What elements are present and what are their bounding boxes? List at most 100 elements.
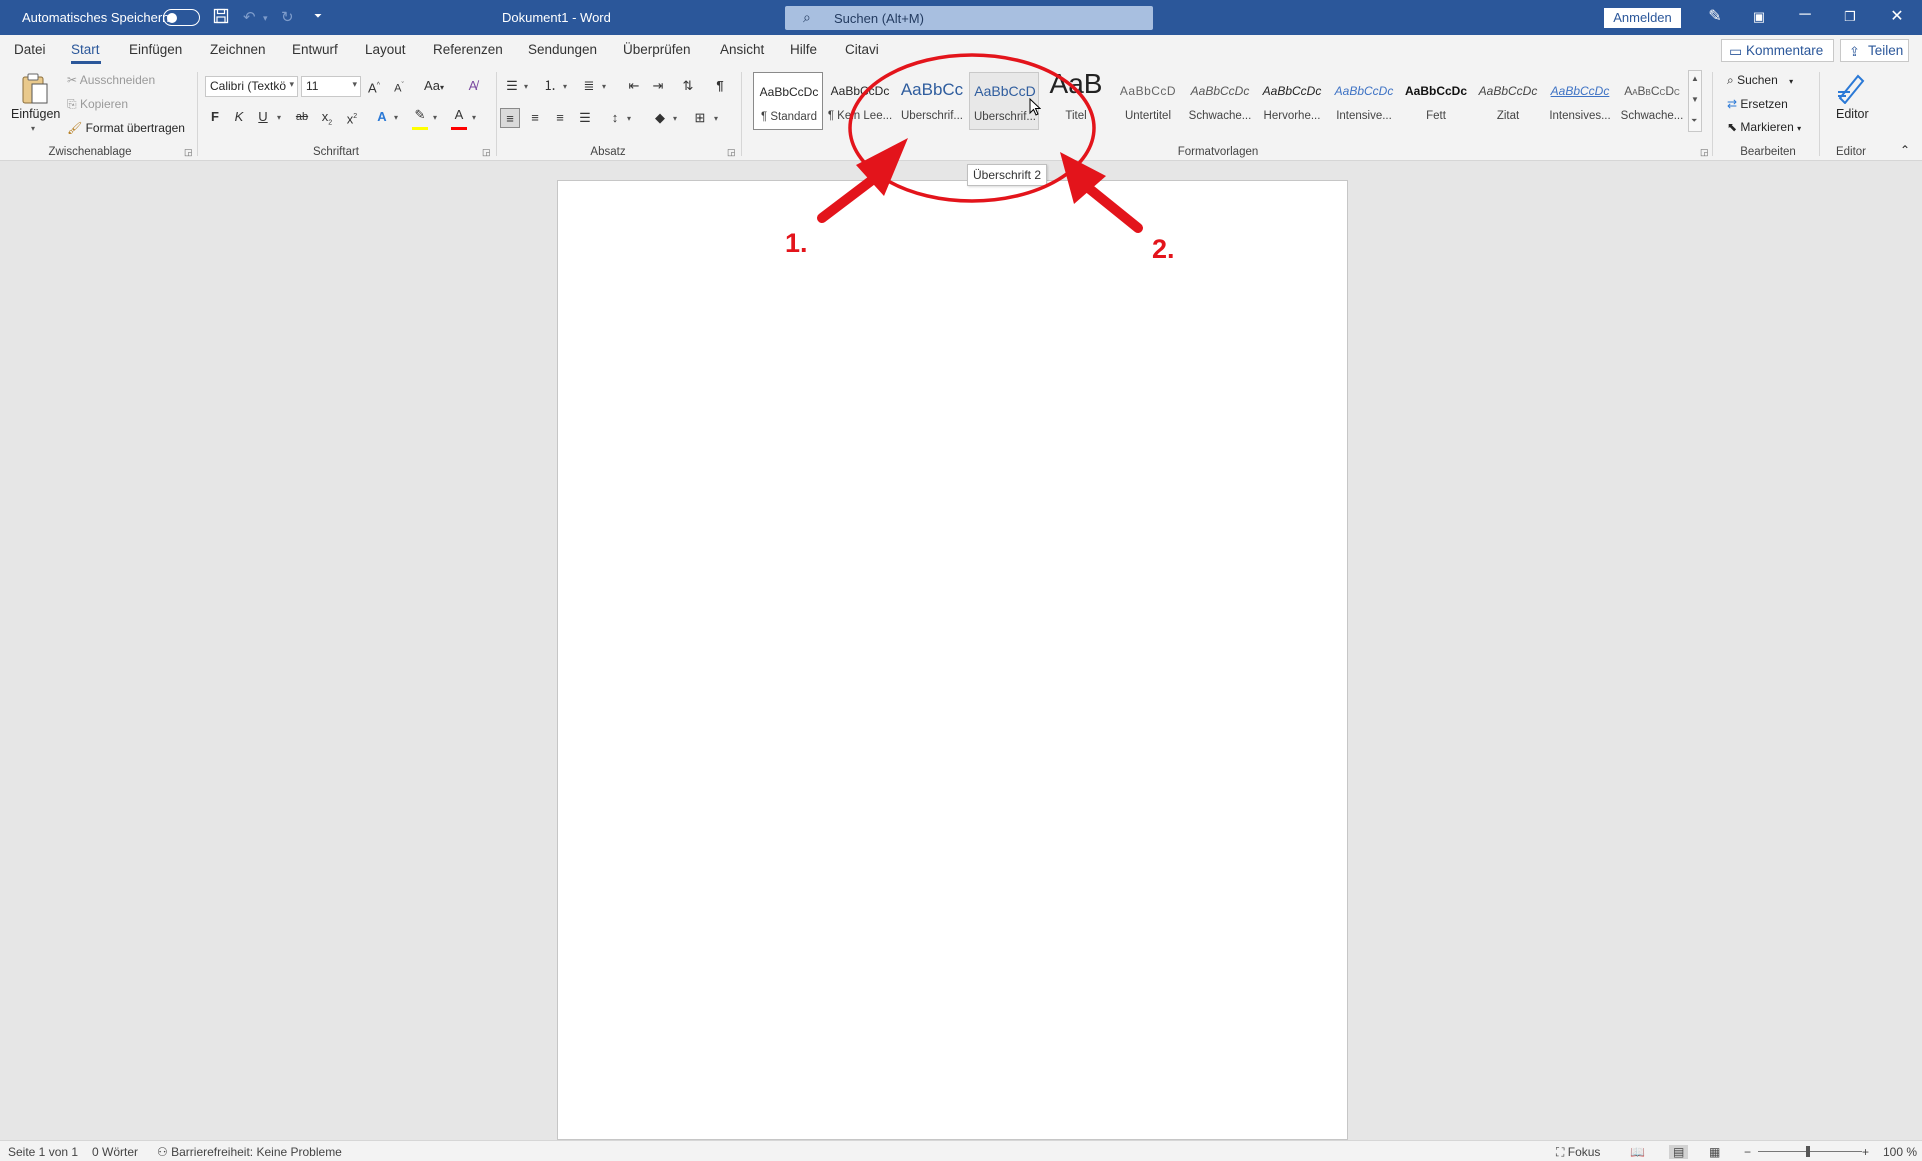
chevron-up-icon[interactable]: ▲ [1691, 74, 1699, 83]
align-right-icon[interactable]: ≡ [550, 108, 570, 128]
word-count[interactable]: 0 Wörter [92, 1145, 138, 1159]
styles-gallery-scrollbar[interactable]: ▲ ▼ ⏷ [1688, 70, 1702, 132]
align-left-icon[interactable]: ≡ [500, 108, 520, 128]
page-count[interactable]: Seite 1 von 1 [8, 1145, 78, 1159]
zoom-level[interactable]: 100 % [1883, 1145, 1917, 1159]
chevron-down-icon[interactable]: ▼ [1691, 95, 1699, 104]
style-subtitle[interactable]: AaBbCcD Untertitel [1113, 72, 1183, 130]
tab-citavi[interactable]: Citavi [845, 42, 879, 57]
font-size-combo[interactable]: 11 ▾ [301, 76, 361, 97]
shading-icon[interactable]: ◆ [650, 108, 670, 128]
highlight-icon[interactable]: ✎ [410, 105, 430, 125]
sort-icon[interactable]: ⇅ [678, 76, 698, 96]
change-case-button[interactable]: Aa▾ [420, 76, 448, 96]
tab-referenzen[interactable]: Referenzen [433, 42, 503, 57]
style-intense-quote[interactable]: AaBbCcDc Intensives... [1545, 72, 1615, 130]
ribbon-display-options-icon[interactable]: ▣ [1744, 9, 1774, 25]
style-subtle-reference[interactable]: AaBbCcDc Schwache... [1617, 72, 1687, 130]
editor-icon[interactable] [1834, 70, 1868, 107]
find-button[interactable]: ⌕ Suchen ▾ [1727, 73, 1793, 88]
style-quote[interactable]: AaBbCcDc Zitat [1473, 72, 1543, 130]
style-emphasis[interactable]: AaBbCcDc Hervorhe... [1257, 72, 1327, 130]
signin-button[interactable]: Anmelden [1604, 8, 1681, 28]
font-color-dropdown-icon[interactable]: ▾ [472, 113, 476, 122]
line-spacing-icon[interactable]: ↕ [605, 108, 625, 128]
tab-start[interactable]: Start [71, 42, 100, 57]
font-launcher-icon[interactable]: ◲ [482, 147, 491, 158]
paste-dropdown-icon[interactable]: ▾ [31, 124, 35, 133]
collapse-ribbon-icon[interactable]: ⌃ [1900, 143, 1910, 157]
numbering-icon[interactable]: ⒈ [540, 76, 560, 96]
font-name-combo[interactable]: Calibri (Textkö ▾ [205, 76, 298, 97]
multilevel-list-icon[interactable]: ≣ [579, 76, 599, 96]
tab-datei[interactable]: Datei [14, 42, 46, 57]
zoom-slider-thumb[interactable] [1806, 1146, 1810, 1157]
style-kein-leerraum[interactable]: AaBbCcDc ¶ Kein Lee... [825, 72, 895, 130]
paste-icon[interactable] [20, 72, 50, 109]
multilevel-dropdown-icon[interactable]: ▾ [602, 82, 606, 91]
minimize-icon[interactable]: ─ [1790, 6, 1820, 24]
style-strong[interactable]: AaBbCcDc Fett [1401, 72, 1471, 130]
undo-icon[interactable]: ↶ [243, 8, 256, 26]
shrink-font-button[interactable]: Aˇ [389, 76, 409, 96]
italic-button[interactable]: K [229, 107, 249, 127]
text-effects-icon[interactable]: A [372, 107, 392, 127]
comments-button[interactable]: ▭ Kommentare [1721, 39, 1834, 62]
clipboard-launcher-icon[interactable]: ◲ [184, 147, 193, 158]
align-center-icon[interactable]: ≡ [525, 108, 545, 128]
search-box[interactable]: ⌕ Suchen (Alt+M) [785, 6, 1153, 30]
subscript-button[interactable]: x2 [317, 107, 337, 127]
shading-dropdown-icon[interactable]: ▾ [673, 114, 677, 123]
close-icon[interactable]: ✕ [1882, 6, 1912, 26]
style-subtle-emphasis[interactable]: AaBbCcDc Schwache... [1185, 72, 1255, 130]
focus-button[interactable]: ⛶ Fokus [1556, 1145, 1600, 1160]
print-layout-icon[interactable]: ▤ [1669, 1145, 1689, 1159]
redo-icon[interactable]: ↻ [281, 8, 294, 26]
numbering-dropdown-icon[interactable]: ▾ [563, 82, 567, 91]
copy-button[interactable]: ⎘ Kopieren [67, 97, 128, 112]
read-mode-icon[interactable]: 📖 [1630, 1145, 1645, 1159]
show-formatting-marks-icon[interactable]: ¶ [710, 76, 730, 96]
undo-dropdown-icon[interactable]: ▾ [263, 13, 268, 24]
increase-indent-icon[interactable]: ⇥ [648, 76, 668, 96]
pen-icon[interactable]: ✎ [1700, 6, 1730, 26]
share-button[interactable]: ⇪ Teilen [1840, 39, 1909, 62]
zoom-in-icon[interactable]: + [1862, 1145, 1869, 1159]
justify-icon[interactable]: ☰ [575, 108, 595, 128]
bold-button[interactable]: F [205, 107, 225, 127]
underline-dropdown-icon[interactable]: ▾ [277, 113, 281, 122]
editor-button-label[interactable]: Editor [1836, 107, 1869, 121]
select-button[interactable]: ⬉ Markieren ▾ [1727, 120, 1801, 134]
cut-button[interactable]: ✂ Ausschneiden [67, 73, 155, 87]
zoom-out-icon[interactable]: − [1744, 1145, 1751, 1159]
underline-button[interactable]: U [253, 107, 273, 127]
accessibility-status[interactable]: ⚇ Barrierefreiheit: Keine Probleme [157, 1145, 342, 1159]
autosave-toggle[interactable] [163, 9, 200, 26]
restore-icon[interactable]: ❐ [1835, 9, 1865, 25]
tab-einfuegen[interactable]: Einfügen [129, 42, 182, 57]
paste-label[interactable]: Einfügen [11, 107, 60, 121]
web-layout-icon[interactable]: ▦ [1709, 1145, 1720, 1159]
strikethrough-button[interactable]: ab [292, 107, 312, 127]
customize-toolbar-icon[interactable]: ⏷ [314, 11, 322, 22]
tab-ueberpruefen[interactable]: Überprüfen [623, 42, 691, 57]
style-title[interactable]: AaB Titel [1041, 72, 1111, 130]
grow-font-button[interactable]: A^ [364, 76, 384, 96]
borders-icon[interactable]: ⊞ [690, 108, 710, 128]
style-intense-emphasis[interactable]: AaBbCcDc Intensive... [1329, 72, 1399, 130]
format-painter-button[interactable]: 🖌 Format übertragen [67, 121, 185, 135]
zoom-slider[interactable] [1758, 1151, 1862, 1152]
borders-dropdown-icon[interactable]: ▾ [714, 114, 718, 123]
text-effects-dropdown-icon[interactable]: ▾ [394, 113, 398, 122]
styles-launcher-icon[interactable]: ◲ [1700, 147, 1709, 158]
style-standard[interactable]: AaBbCcDc ¶ Standard [753, 72, 823, 130]
tab-hilfe[interactable]: Hilfe [790, 42, 817, 57]
highlight-dropdown-icon[interactable]: ▾ [433, 113, 437, 122]
bullets-icon[interactable]: ☰ [502, 76, 522, 96]
tab-entwurf[interactable]: Entwurf [292, 42, 338, 57]
clear-formatting-icon[interactable]: A̸ [463, 76, 483, 96]
tab-sendungen[interactable]: Sendungen [528, 42, 597, 57]
replace-button[interactable]: ⇄ Ersetzen [1727, 97, 1788, 111]
superscript-button[interactable]: x2 [342, 107, 362, 127]
document-page[interactable] [557, 180, 1348, 1140]
